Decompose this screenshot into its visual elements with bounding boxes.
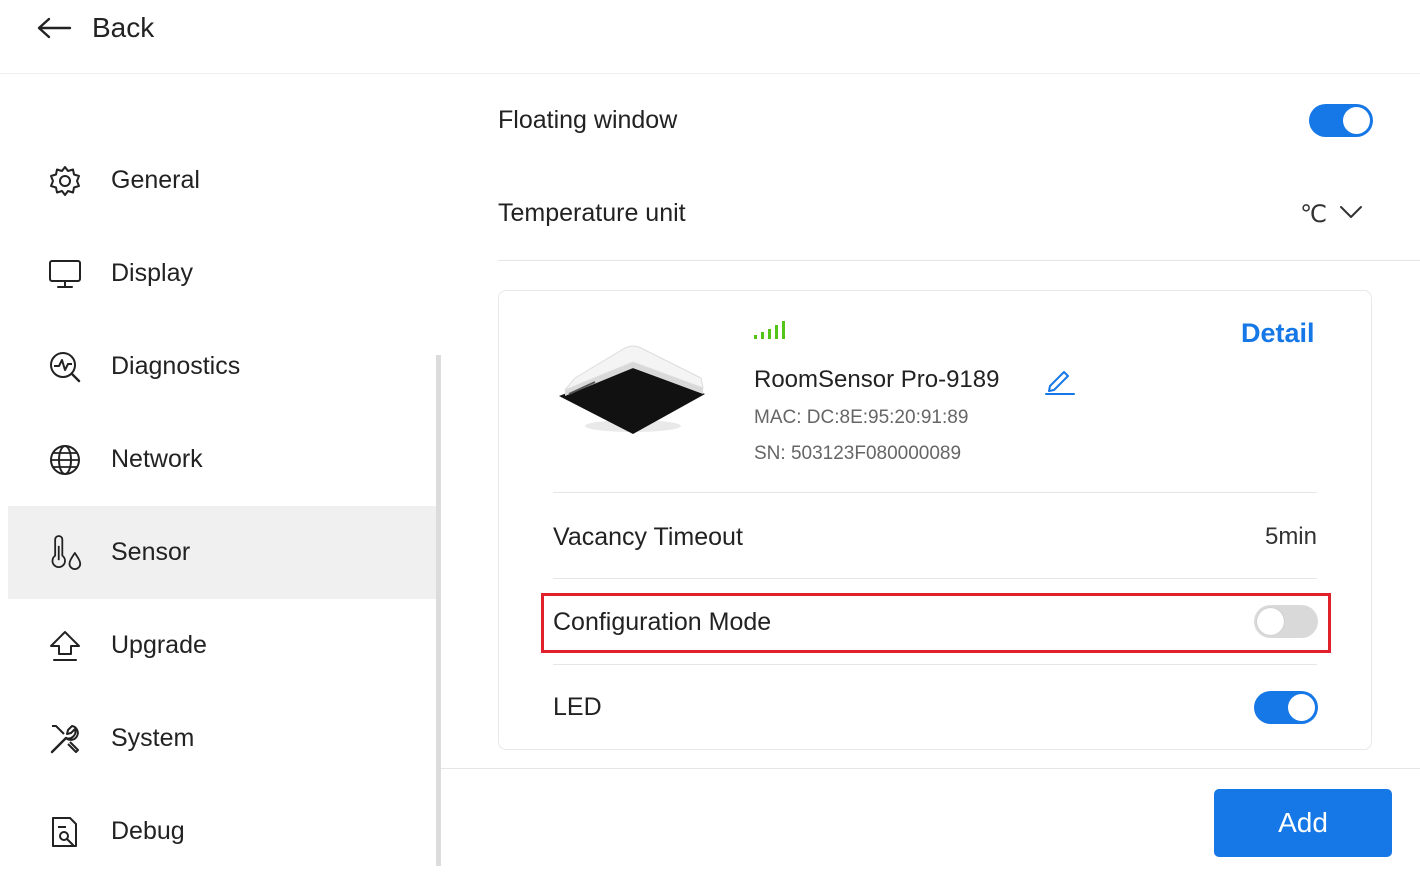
toggle-knob — [1257, 608, 1284, 635]
monitor-icon — [48, 257, 82, 291]
toggle-knob — [1343, 107, 1370, 134]
vacancy-timeout-label: Vacancy Timeout — [553, 523, 743, 551]
floating-window-label: Floating window — [498, 106, 678, 134]
add-button[interactable]: Add — [1214, 789, 1392, 857]
back-button[interactable]: Back — [36, 8, 154, 48]
led-label: LED — [553, 693, 602, 721]
signal-strength-icon — [754, 320, 790, 345]
top-bar: Back — [0, 0, 1420, 74]
sidebar-item-general[interactable]: General — [8, 134, 436, 227]
sidebar-item-label: System — [111, 724, 195, 752]
sidebar-item-network[interactable]: Network — [8, 413, 436, 506]
temperature-unit-select[interactable]: ℃ — [1300, 198, 1363, 230]
temperature-humidity-icon — [48, 534, 82, 570]
tools-icon — [48, 722, 82, 756]
floating-window-toggle[interactable] — [1309, 104, 1373, 137]
sidebar: General Display Diagnostics Network Sens… — [8, 74, 436, 866]
globe-icon — [48, 443, 82, 477]
temperature-unit-label: Temperature unit — [498, 199, 686, 227]
sensor-name: RoomSensor Pro-9189 — [754, 366, 1000, 393]
card-divider — [553, 664, 1317, 665]
sensor-sn: SN: 503123F080000089 — [754, 443, 962, 464]
configuration-mode-label: Configuration Mode — [553, 608, 772, 636]
section-divider — [498, 260, 1420, 261]
sidebar-item-label: General — [111, 166, 200, 194]
sidebar-item-label: Network — [111, 445, 203, 473]
sidebar-scrollbar[interactable] — [436, 355, 441, 866]
back-label: Back — [92, 12, 155, 43]
sidebar-item-label: Debug — [111, 817, 185, 845]
upgrade-arrow-icon — [48, 629, 82, 663]
diagnostics-icon — [48, 350, 82, 384]
led-toggle[interactable] — [1254, 691, 1318, 724]
sidebar-item-label: Display — [111, 259, 193, 287]
edit-pencil-icon[interactable] — [1044, 364, 1076, 401]
back-arrow-icon — [36, 16, 72, 40]
footer-divider — [441, 768, 1420, 769]
sidebar-item-label: Diagnostics — [111, 352, 241, 380]
gear-icon — [48, 164, 82, 198]
sensor-device-image — [555, 338, 707, 438]
sidebar-item-diagnostics[interactable]: Diagnostics — [8, 320, 436, 413]
sidebar-item-display[interactable]: Display — [8, 227, 436, 320]
sidebar-item-debug[interactable]: Debug — [8, 785, 436, 878]
vacancy-timeout-value[interactable]: 5min — [1265, 523, 1317, 551]
configuration-mode-toggle[interactable] — [1254, 605, 1318, 638]
debug-document-icon — [48, 815, 82, 849]
sensor-mac: MAC: DC:8E:95:20:91:89 — [754, 407, 969, 428]
toggle-knob — [1288, 694, 1315, 721]
sidebar-item-system[interactable]: System — [8, 692, 436, 785]
sidebar-item-sensor[interactable]: Sensor — [8, 506, 436, 599]
sidebar-item-label: Sensor — [111, 538, 191, 566]
card-divider — [553, 492, 1317, 493]
sidebar-item-upgrade[interactable]: Upgrade — [8, 599, 436, 692]
card-divider — [553, 578, 1317, 579]
temperature-unit-value: ℃ — [1300, 200, 1327, 228]
sidebar-item-label: Upgrade — [111, 631, 207, 659]
detail-link[interactable]: Detail — [1241, 318, 1315, 349]
chevron-down-icon — [1339, 204, 1363, 225]
